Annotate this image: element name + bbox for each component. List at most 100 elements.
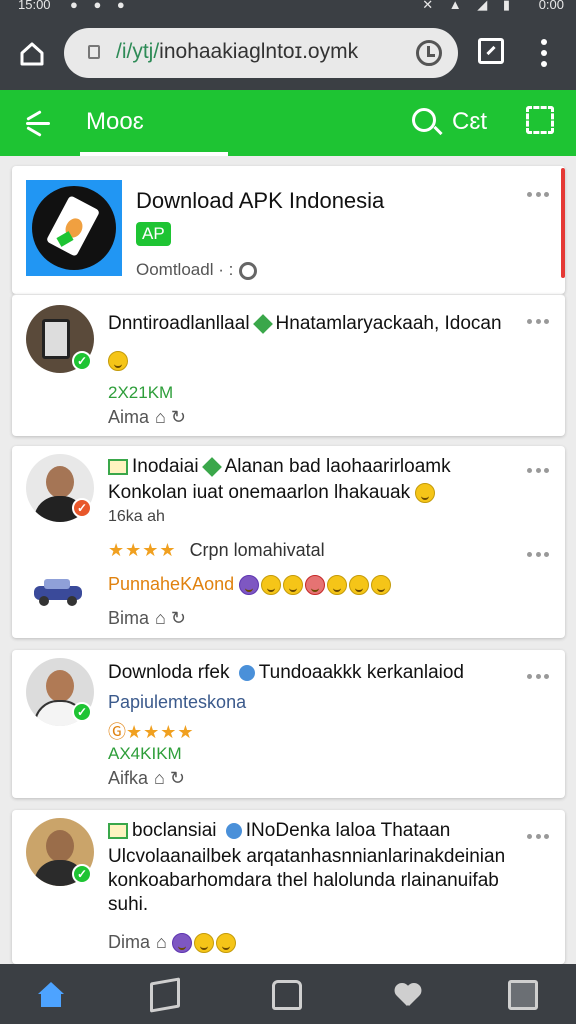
reload-icon[interactable] xyxy=(416,40,442,66)
facebook-icon xyxy=(239,575,260,596)
post-author[interactable]: Dnntiroadlanllaal xyxy=(108,313,250,334)
rating-line: ★★★★ Crpn lomahivatal xyxy=(108,540,325,561)
featured-subtitle-text: Oomtloadl · : xyxy=(136,260,234,279)
cell-button[interactable]: Cɛt xyxy=(452,108,487,136)
post-author[interactable]: boclansiai xyxy=(132,820,217,841)
more-options-icon[interactable] xyxy=(527,674,549,680)
post-time: Dima xyxy=(108,932,151,952)
featured-title: Download APK Indonesia xyxy=(136,188,385,213)
emoji-icon xyxy=(283,575,304,596)
fullscreen-icon[interactable] xyxy=(526,106,554,134)
globe-icon xyxy=(238,664,255,681)
status-bar: 15:00 ● ● ● ✕ ▲ ◢ ▮ 0:00 xyxy=(0,0,576,14)
signal-icons: ✕ ▲ ◢ ▮ xyxy=(422,0,516,12)
download-icon[interactable] xyxy=(239,261,258,280)
post-headline: INoDenka laloa Thataan xyxy=(245,820,451,841)
emoji-icon xyxy=(215,933,236,954)
post-card[interactable]: ✓ Inodaiai Alanan bad laohaarirloamk Konk… xyxy=(12,446,565,638)
news-icon xyxy=(108,822,128,839)
emoji-icon xyxy=(371,575,392,596)
post-headline: Alanan bad laohaarirloamk xyxy=(224,456,451,477)
verified-icon xyxy=(225,822,242,839)
house-outline-icon[interactable] xyxy=(272,980,302,1010)
leaf-icon xyxy=(201,457,222,477)
post-body: Konkolan iuat onemaarlon lhakauak xyxy=(108,482,437,504)
post-time: Aima xyxy=(108,407,150,427)
tabs-icon[interactable] xyxy=(478,38,504,64)
post-time: Aifka xyxy=(108,768,149,788)
scrollbar[interactable] xyxy=(561,168,565,278)
verified-badge-icon: ✓ xyxy=(72,351,92,371)
bottom-navigation xyxy=(0,964,576,1024)
more-options-icon[interactable] xyxy=(527,834,549,840)
url-text: /i/ytj/inohaakiaglntoɪ.oymk xyxy=(116,40,358,64)
verified-badge-icon: ✓ xyxy=(72,498,92,518)
post-small: 16ka ah xyxy=(108,508,165,525)
more-options-icon[interactable] xyxy=(527,552,549,558)
post-body-text: Konkolan iuat onemaarlon lhakauak xyxy=(108,482,411,503)
home-small-icon: ⌂ xyxy=(156,932,167,952)
post-card[interactable]: ✓ Downloda rfek Tundoaakkk kerkanlaiod P… xyxy=(12,650,565,798)
home-small-icon: ⌂ ↻ xyxy=(154,768,185,788)
post-meta: Dima ⌂ xyxy=(108,932,238,954)
rating-line: Ⓖ★★★★ xyxy=(108,718,195,744)
post-title: Inodaiai Alanan bad laohaarirloamk xyxy=(108,456,451,478)
emoji-icon xyxy=(261,575,282,596)
app-icon[interactable] xyxy=(26,180,122,276)
post-time: Bima xyxy=(108,608,150,628)
home-small-icon: ⌂ ↻ xyxy=(155,608,186,628)
emoji-icon xyxy=(415,482,436,503)
post-title: Downloda rfek Tundoaakkk kerkanlaiod xyxy=(108,662,464,684)
heart-icon[interactable] xyxy=(394,980,424,1010)
post-link[interactable]: Papiulemteskona xyxy=(108,692,246,713)
more-options-icon[interactable] xyxy=(527,319,549,325)
rating-stars: ★★★★ xyxy=(126,722,195,742)
status-time-right: 0:00 xyxy=(538,0,564,12)
search-icon[interactable] xyxy=(412,108,436,132)
post-author[interactable]: Inodaiai xyxy=(132,456,199,477)
news-icon xyxy=(108,458,128,475)
emoji-icon xyxy=(193,933,214,954)
tab-title[interactable]: Mooɛ xyxy=(86,108,144,136)
post-card[interactable]: ✓ boclansiai INoDenka laloa Thataan Ulcv… xyxy=(12,810,565,964)
emoji-line xyxy=(108,351,130,371)
emoji-icon xyxy=(349,575,370,596)
post-stat: AX4KIKM xyxy=(108,744,182,763)
post-headline: Tundoaakkk kerkanlaiod xyxy=(258,662,464,683)
emoji-icon xyxy=(327,575,348,596)
active-tab-indicator xyxy=(80,152,228,156)
status-time: 15:00 xyxy=(18,0,51,12)
ap-badge: AP xyxy=(136,222,171,246)
post-stat: 2X21KM xyxy=(108,383,174,402)
verified-badge-icon: ✓ xyxy=(72,702,92,722)
home-icon[interactable] xyxy=(14,36,50,72)
home-icon[interactable] xyxy=(36,980,66,1010)
post-headline: Hnatamlaryackaah, Idocan xyxy=(275,313,502,334)
post-author[interactable]: Downloda rfek xyxy=(108,662,229,683)
back-icon[interactable] xyxy=(150,977,180,1013)
url-host: inohaakiaglntoɪ.oymk xyxy=(159,40,359,63)
back-arrow-icon[interactable] xyxy=(22,110,52,137)
lock-icon xyxy=(88,45,100,59)
rating-icon: Ⓖ xyxy=(108,722,126,742)
post-card[interactable]: ✓ Dnntiroadlanllaal Hnatamlaryackaah, Ido… xyxy=(12,294,565,436)
more-options-icon[interactable] xyxy=(527,468,549,474)
reaction-line: PunnaheKAond xyxy=(108,574,393,596)
facebook-icon xyxy=(171,933,192,954)
overflow-menu-icon[interactable] xyxy=(532,36,556,70)
post-body-line: Ulcvolaanailbek arqatanhasnnianlarinakde… xyxy=(108,846,506,867)
emoji-icon xyxy=(108,351,128,371)
featured-subtitle: Oomtloadl · : xyxy=(136,260,258,280)
featured-app-card[interactable]: Download APK Indonesia AP Oomtloadl · : xyxy=(12,166,565,294)
address-bar[interactable]: /i/ytj/inohaakiaglntoɪ.oymk xyxy=(64,28,458,78)
tabs-switcher-icon[interactable] xyxy=(508,980,538,1010)
notification-icons: ● ● ● xyxy=(70,0,131,12)
reaction-label: PunnaheKAond xyxy=(108,574,235,594)
verified-badge-icon: ✓ xyxy=(72,864,92,884)
browser-toolbar: /i/ytj/inohaakiaglntoɪ.oymk xyxy=(0,14,576,90)
post-meta: Bima ⌂ ↻ xyxy=(108,608,186,629)
post-meta: Aifka ⌂ ↻ xyxy=(108,768,185,789)
car-icon xyxy=(34,579,82,606)
url-path: /i/ytj/ xyxy=(116,40,160,63)
more-options-icon[interactable] xyxy=(527,192,549,198)
